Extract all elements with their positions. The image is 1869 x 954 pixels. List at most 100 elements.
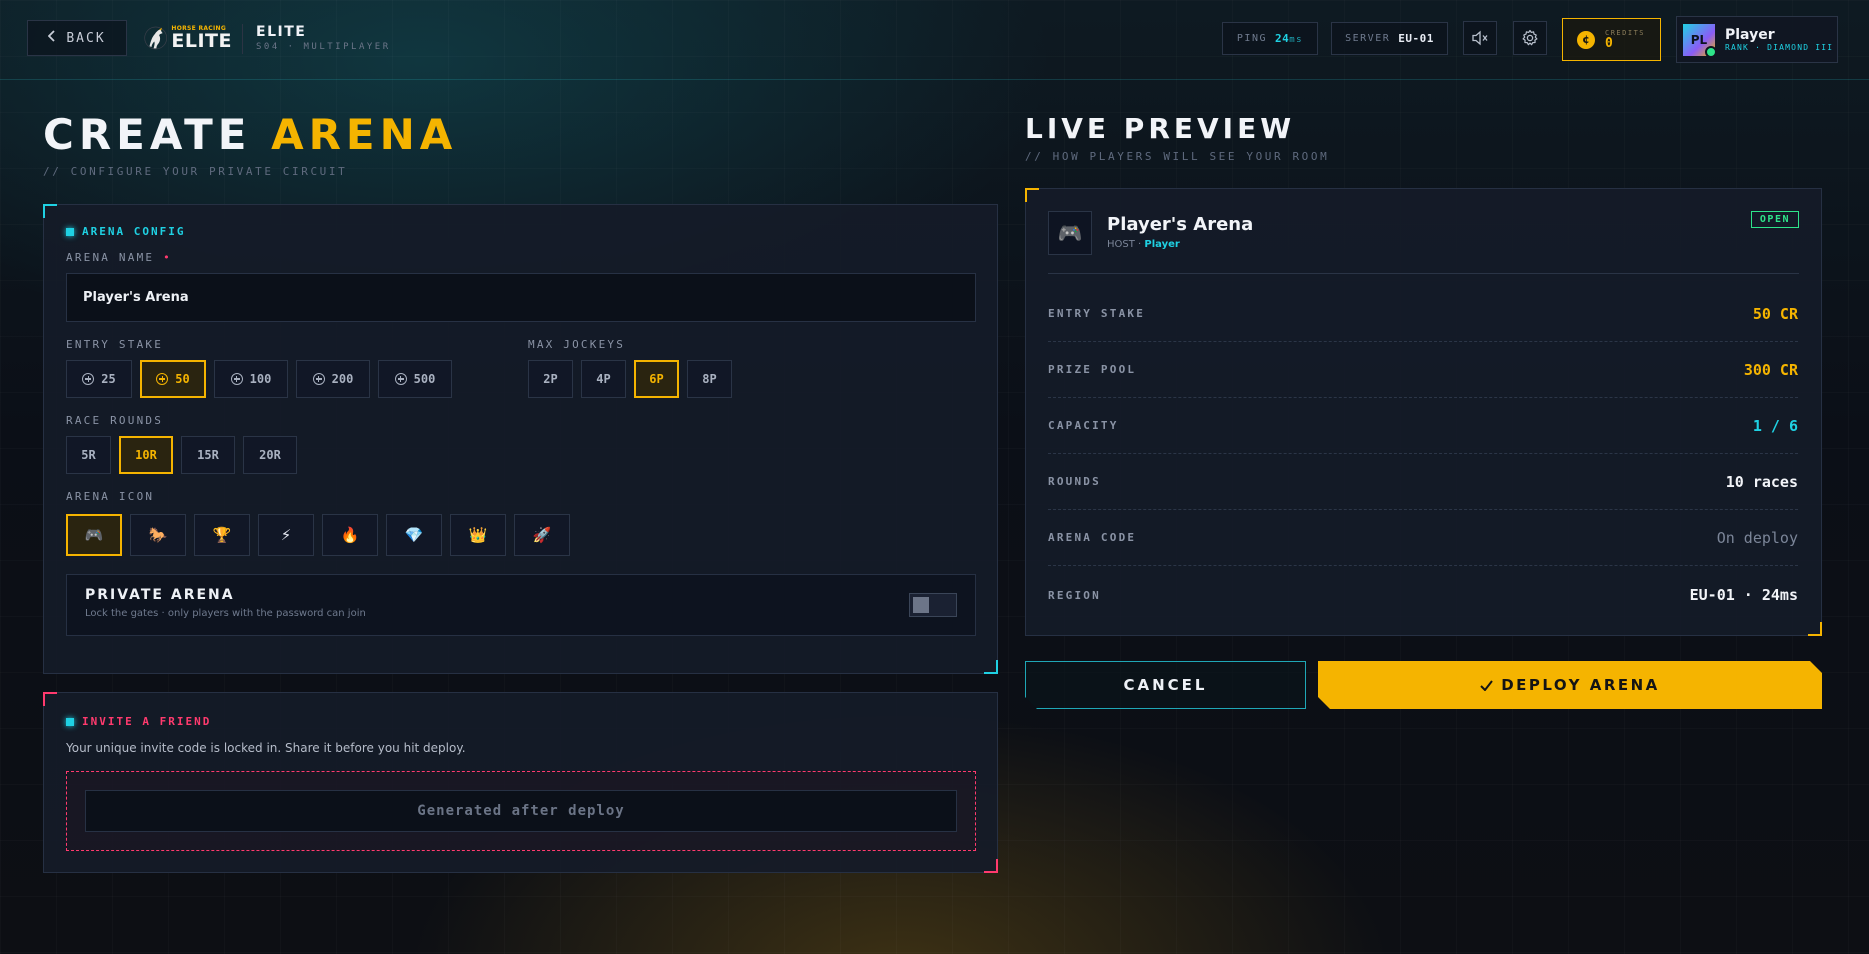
divider [1048, 273, 1799, 274]
private-arena-description: Lock the gates · only players with the p… [85, 608, 366, 619]
corner-accent [984, 660, 998, 674]
arena-config-title-text: ARENA CONFIG [82, 225, 186, 238]
server-indicator: SERVER EU-01 [1331, 22, 1448, 55]
arena-icon-label: ARENA ICON [66, 490, 155, 503]
lightning-icon: ⚡ [280, 526, 292, 544]
rounds-option-20r[interactable]: 20R [243, 436, 297, 474]
rounds-option-15r[interactable]: 15R [181, 436, 235, 474]
section-marker-icon [66, 227, 74, 236]
stake-option-25[interactable]: 25 [66, 360, 132, 398]
stat-key: CAPACITY [1048, 419, 1119, 432]
jockeys-option-4p[interactable]: 4P [581, 360, 626, 398]
logo: HORSE RACING ELITE [144, 18, 232, 58]
stat-row-region: REGION EU-01 · 24ms [1048, 567, 1798, 623]
rounds-option-10r[interactable]: 10R [119, 436, 173, 474]
stat-value: 10 races [1725, 472, 1798, 491]
brand-subtitle: S04 · MULTIPLAYER [256, 42, 391, 52]
stake-option-200[interactable]: 200 [296, 360, 370, 398]
private-arena-title: PRIVATE ARENA [85, 587, 235, 603]
icon-option-horse[interactable]: 🐎 [130, 514, 186, 556]
player-rank: RANK · DIAMOND III [1725, 43, 1834, 52]
max-jockeys-label: MAX JOCKEYS [528, 338, 626, 351]
credits-display[interactable]: ¢ CREDITS 0 [1562, 18, 1661, 61]
coin-icon: ¢ [1577, 30, 1595, 49]
section-marker-icon [66, 717, 74, 726]
icon-option-trophy[interactable]: 🏆 [194, 514, 250, 556]
server-value: EU-01 [1398, 32, 1434, 45]
host-name: Player [1144, 239, 1180, 250]
private-arena-toggle[interactable] [909, 593, 957, 617]
page-subtitle: // CONFIGURE YOUR PRIVATE CIRCUIT [43, 165, 348, 178]
jockeys-option-8p[interactable]: 8P [687, 360, 732, 398]
live-preview-subtitle: // HOW PLAYERS WILL SEE YOUR ROOM [1025, 150, 1330, 163]
mute-button[interactable] [1463, 21, 1497, 55]
brand-divider [242, 24, 243, 54]
arena-name-input[interactable] [66, 273, 976, 322]
player-name: Player [1725, 27, 1775, 43]
required-marker: • [163, 251, 172, 264]
rounds-option-5r[interactable]: 5R [66, 436, 111, 474]
server-label: SERVER [1345, 33, 1391, 44]
invite-friend-panel: INVITE A FRIEND Your unique invite code … [43, 692, 998, 873]
jockeys-option-2p[interactable]: 2P [528, 360, 573, 398]
preview-arena-icon: 🎮 [1048, 211, 1092, 255]
icon-option-fire[interactable]: 🔥 [322, 514, 378, 556]
corner-accent [43, 692, 57, 706]
horse-icon: 🐎 [148, 526, 168, 544]
preview-arena-name: Player's Arena [1107, 214, 1254, 235]
stat-row-entry-stake: ENTRY STAKE 50 CR [1048, 286, 1798, 342]
stat-value: 50 CR [1752, 304, 1798, 323]
stat-key: ARENA CODE [1048, 531, 1137, 544]
trophy-icon: 🏆 [212, 526, 232, 544]
stat-value: 300 CR [1743, 360, 1798, 379]
back-button[interactable]: BACK [27, 20, 127, 56]
stake-option-label: 25 [101, 372, 116, 386]
stake-option-label: 200 [331, 372, 354, 386]
icon-option-crown[interactable]: 👑 [450, 514, 506, 556]
logo-big-text: ELITE [171, 29, 232, 52]
icon-option-lightning[interactable]: ⚡ [258, 514, 314, 556]
top-bar: BACK HORSE RACING ELITE ELITE S04 · MULT… [0, 0, 1869, 80]
stake-option-label: 50 [175, 372, 190, 386]
cancel-button[interactable]: CANCEL [1025, 661, 1306, 709]
brand-title: ELITE [256, 24, 307, 40]
arena-config-title: ARENA CONFIG [66, 225, 185, 238]
ping-indicator: PING 24ms [1222, 22, 1318, 55]
chevron-left-icon [48, 30, 56, 46]
credits-value: 0 [1605, 36, 1613, 51]
stake-option-500[interactable]: 500 [378, 360, 452, 398]
stake-option-50[interactable]: 50 [140, 360, 206, 398]
icon-option-rocket[interactable]: 🚀 [514, 514, 570, 556]
deploy-arena-button[interactable]: DEPLOY ARENA [1318, 661, 1822, 709]
player-profile[interactable]: PL Player RANK · DIAMOND III [1676, 16, 1838, 63]
corner-accent [1808, 622, 1822, 636]
horse-logo-icon [144, 26, 168, 50]
icon-option-gamepad[interactable]: 🎮 [66, 514, 122, 556]
stat-row-rounds: ROUNDS 10 races [1048, 454, 1798, 510]
ping-value: 24 [1275, 32, 1290, 45]
preview-card: 🎮 Player's Arena HOST · Player OPEN ENTR… [1025, 188, 1822, 636]
jockeys-option-6p[interactable]: 6P [634, 360, 679, 398]
live-preview-title: LIVE PREVIEW [1025, 112, 1296, 145]
stat-key: ENTRY STAKE [1048, 307, 1146, 320]
stat-value: On deploy [1716, 528, 1798, 547]
toggle-knob [913, 597, 929, 613]
back-label: BACK [66, 30, 106, 46]
stake-option-100[interactable]: 100 [214, 360, 288, 398]
fire-icon: 🔥 [340, 526, 360, 544]
stat-row-capacity: CAPACITY 1 / 6 [1048, 398, 1798, 454]
crown-icon: 👑 [468, 526, 488, 544]
icon-option-gem[interactable]: 💎 [386, 514, 442, 556]
plus-circle-icon [156, 373, 169, 385]
page-title-b: ARENA [271, 110, 458, 159]
host-label: HOST · [1107, 239, 1142, 250]
stat-value: EU-01 · 24ms [1689, 586, 1798, 604]
invite-code-field[interactable]: Generated after deploy [85, 790, 957, 832]
invite-description: Your unique invite code is locked in. Sh… [66, 741, 466, 755]
arena-name-label-text: ARENA NAME [66, 251, 155, 264]
settings-button[interactable] [1513, 21, 1547, 55]
stat-row-arena-code: ARENA CODE On deploy [1048, 510, 1798, 566]
plus-circle-icon [394, 373, 407, 385]
gear-icon [1522, 29, 1538, 46]
checkmark-icon [1480, 680, 1493, 691]
